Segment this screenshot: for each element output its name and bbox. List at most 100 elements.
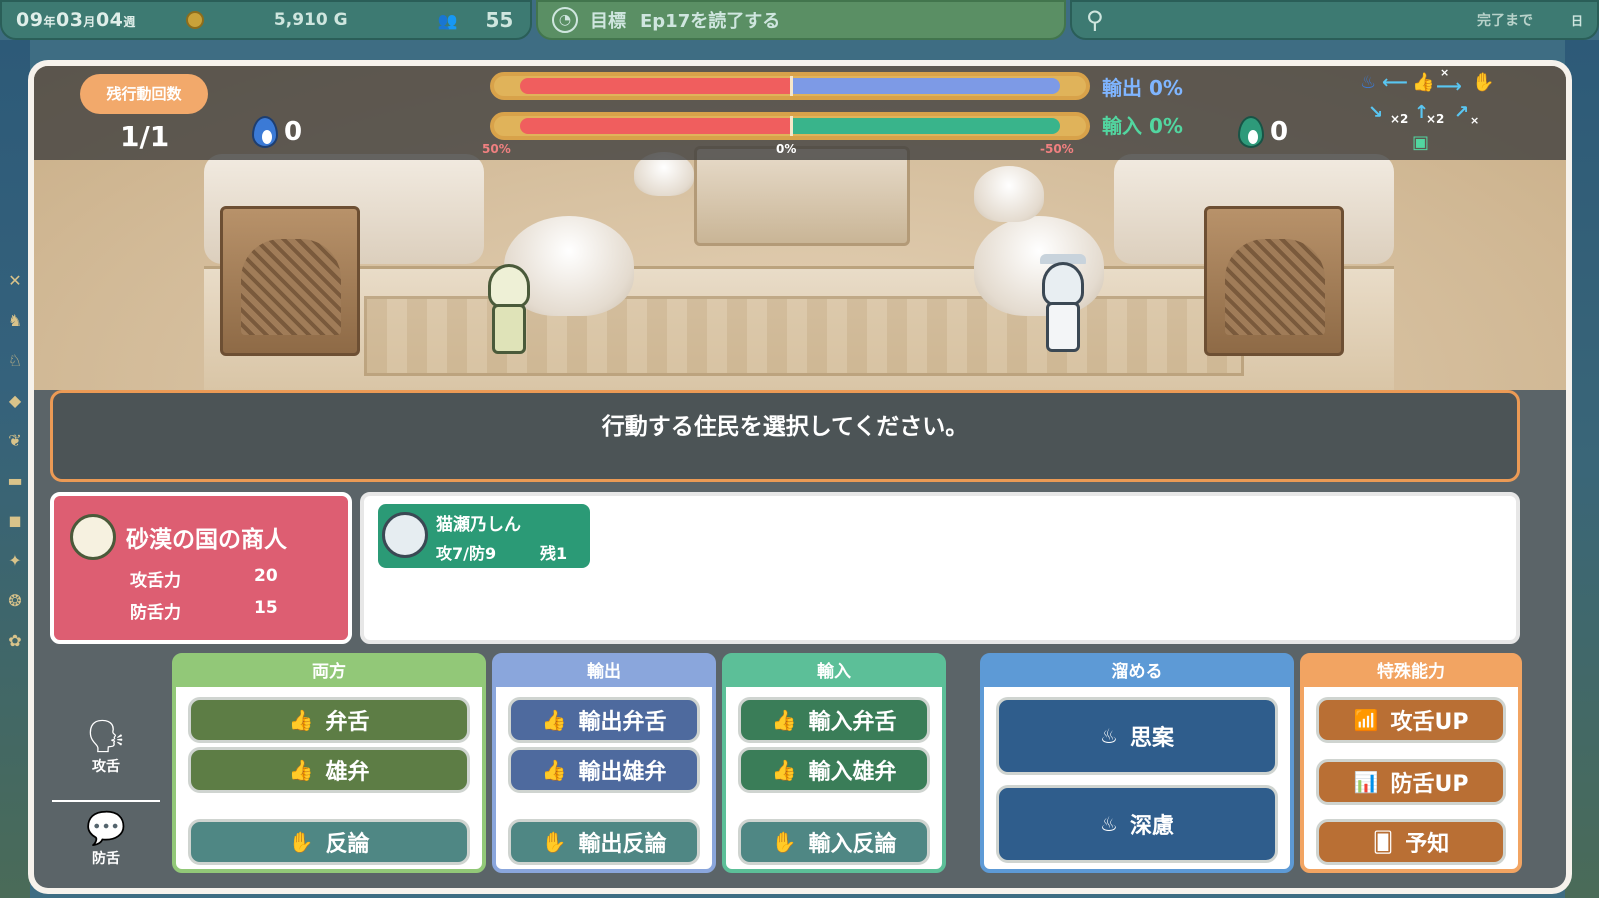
- player-flame: 0: [252, 116, 302, 148]
- thumbs-up-icon: 👍: [288, 708, 314, 732]
- stone-icon: ◼: [8, 511, 22, 530]
- bar-down-icon: 📊: [1353, 770, 1379, 794]
- export-gauge-blue: [790, 78, 1060, 94]
- export-rebuttal-button[interactable]: ✋ 輸出反論: [508, 819, 700, 865]
- goal-label: 目標: [590, 11, 626, 32]
- enemy-flame-count: 0: [1270, 117, 1289, 147]
- ore-icon: ◆: [8, 391, 22, 410]
- defense-mode-toggle[interactable]: 💬 防舌: [52, 808, 160, 888]
- arrow-diag-up-icon: ↗: [1454, 102, 1470, 123]
- speaking-icon: 🗣: [85, 717, 127, 755]
- done-box: 日: [1570, 13, 1583, 28]
- merchant-sprite: [478, 264, 540, 356]
- import-gauge-green: [790, 118, 1060, 134]
- leaf-icon: ❦: [8, 431, 22, 450]
- import-rebuttal-button[interactable]: ✋ 輸入反論: [738, 819, 930, 865]
- panel-export: 輸出 👍 輸出弁舌 👍 輸出雄弁 ✋ 輸出反論: [492, 653, 716, 873]
- import-gauge-red: [520, 118, 790, 134]
- bar-up-icon: 📶: [1353, 708, 1379, 732]
- hand-icon: ✋: [771, 830, 797, 854]
- thumbs-up-mic-icon: 👍: [771, 758, 797, 782]
- resident-name: 猫瀬乃しん: [436, 515, 521, 535]
- export-gauge-red: [520, 78, 790, 94]
- cabinet-right: [1204, 206, 1344, 356]
- defense-up-button[interactable]: 📊 防舌UP: [1316, 759, 1506, 805]
- eloquence-button[interactable]: 👍 雄弁: [188, 747, 470, 793]
- hand-icon: ✋: [1472, 72, 1495, 93]
- center-table: [694, 146, 910, 246]
- animal-icon: ♞: [7, 311, 23, 330]
- ponder-button[interactable]: ♨ 思案: [996, 697, 1278, 775]
- panel-import-title: 輸入: [726, 657, 942, 687]
- flame-icon: [1238, 116, 1264, 148]
- battle-scene: 残行動回数 1/1 0 0 輸出 0% 輸入 0% 50% 0% -50% ♨ …: [34, 66, 1566, 390]
- tick-left: 50%: [482, 142, 511, 156]
- search-icon[interactable]: ⚲: [1086, 6, 1104, 34]
- gold-amount: 5,910 G: [273, 10, 348, 30]
- thumbs-up-icon: 👍: [771, 708, 797, 732]
- speech-icon: ▣: [1412, 132, 1430, 153]
- export-eloquence-button[interactable]: 👍 輸出雄弁: [508, 747, 700, 793]
- tick-mid: 0%: [776, 142, 797, 156]
- population-icon: 👥: [437, 10, 458, 30]
- rules-legend[interactable]: ♨ ⟵ 👍 × ⟶ ✋ ↘ ×2 ↑ ×2 ↗ × ▣: [1360, 66, 1500, 162]
- resident-avatar: [382, 512, 428, 558]
- remaining-actions-label: 残行動回数: [80, 74, 208, 114]
- thumbs-up-mic-icon: 👍: [288, 758, 314, 782]
- hand-icon: ✋: [288, 830, 314, 854]
- resident-card[interactable]: 猫瀬乃しん 攻7/防9 残1: [378, 504, 590, 568]
- panel-export-title: 輸出: [496, 657, 712, 687]
- attack-up-button[interactable]: 📶 攻舌UP: [1316, 697, 1506, 743]
- deliberate-button[interactable]: ♨ 深慮: [996, 785, 1278, 863]
- panel-charge-title: 溜める: [984, 657, 1290, 687]
- animal-icon: ♘: [7, 351, 23, 370]
- panel-special-title: 特殊能力: [1304, 657, 1518, 687]
- speech-button[interactable]: 👍 弁舌: [188, 697, 470, 743]
- import-gauge: [490, 112, 1090, 140]
- export-gauge-label: 輸出 0%: [1102, 76, 1183, 100]
- import-speech-button[interactable]: 👍 輸入弁舌: [738, 697, 930, 743]
- enemy-flame: 0: [1238, 116, 1288, 148]
- opponent-card: 砂漠の国の商人 攻舌力 20 防舌力 15: [50, 492, 352, 644]
- debate-modal-inner: 残行動回数 1/1 0 0 輸出 0% 輸入 0% 50% 0% -50% ♨ …: [34, 66, 1566, 888]
- vegetable-icon: ✿: [8, 631, 22, 650]
- thumbs-up-icon: 👍: [1412, 72, 1435, 93]
- goal-text: Ep17を読了する: [640, 11, 781, 32]
- debate-modal: 残行動回数 1/1 0 0 輸出 0% 輸入 0% 50% 0% -50% ♨ …: [28, 60, 1572, 894]
- rebuttal-button[interactable]: ✋ 反論: [188, 819, 470, 865]
- legend-x2: ×2: [1390, 112, 1409, 126]
- tool-icon: ✕: [8, 271, 22, 290]
- legend-x2: ×2: [1426, 112, 1445, 126]
- wood-icon: ▬: [7, 471, 23, 490]
- pouf-small: [974, 166, 1044, 222]
- attack-mode-toggle[interactable]: 🗣 攻舌: [52, 716, 160, 802]
- grape-icon: ❂: [8, 591, 22, 610]
- coin-icon: [185, 11, 204, 29]
- attack-mode-label: 攻舌: [92, 759, 120, 775]
- background-left-strip: ✕ ♞ ♘ ◆ ❦ ▬ ◼ ✦ ❂ ✿: [0, 40, 30, 898]
- legend-x: ×: [1470, 114, 1480, 127]
- instruction-message: 行動する住民を選択してください。: [50, 390, 1520, 482]
- defense-mode-label: 防舌: [92, 851, 120, 867]
- flame-icon: [252, 116, 278, 148]
- search-bar[interactable]: ⚲ 完了まで 日: [1070, 0, 1599, 40]
- resident-list: 猫瀬乃しん 攻7/防9 残1: [360, 492, 1520, 644]
- opponent-attack: 攻舌力 20: [130, 566, 278, 591]
- goal-bar[interactable]: ◔ 目標 Ep17を読了する: [536, 0, 1066, 40]
- foresight-button[interactable]: 🂠 予知: [1316, 819, 1506, 865]
- panel-charge: 溜める ♨ 思案 ♨ 深慮: [980, 653, 1294, 873]
- arrow-left-icon: ⟵: [1382, 72, 1408, 93]
- tick-right: -50%: [1040, 142, 1074, 156]
- compass-icon: ◔: [552, 7, 578, 33]
- export-speech-button[interactable]: 👍 輸出弁舌: [508, 697, 700, 743]
- panel-both-title: 両方: [176, 657, 482, 687]
- panel-both: 両方 👍 弁舌 👍 雄弁 ✋ 反論: [172, 653, 486, 873]
- import-eloquence-button[interactable]: 👍 輸入雄弁: [738, 747, 930, 793]
- flame-icon: ♨: [1360, 72, 1377, 93]
- export-gauge: [490, 72, 1090, 100]
- arrow-diag-icon: ↘: [1368, 102, 1384, 123]
- player-flame-count: 0: [284, 117, 303, 147]
- resident-sprite: [1032, 254, 1094, 354]
- thumbs-up-icon: 👍: [541, 708, 567, 732]
- grain-icon: ✦: [8, 551, 22, 570]
